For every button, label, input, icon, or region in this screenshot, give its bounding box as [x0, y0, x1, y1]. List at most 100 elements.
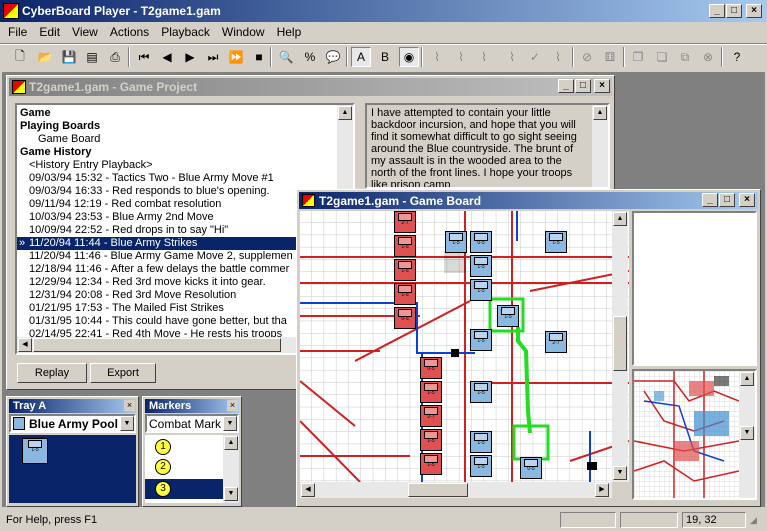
tray-unit-piece[interactable]: 1-5	[22, 438, 48, 464]
minimize-button[interactable]: _	[709, 4, 725, 18]
scroll-up-icon[interactable]: ▲	[338, 106, 352, 120]
blue-unit[interactable]: 1-5	[545, 231, 567, 253]
save-icon[interactable]: 💾	[59, 47, 79, 67]
next-move-icon[interactable]: ▶	[180, 47, 200, 67]
plot-icon-6[interactable]: ⌇	[548, 47, 568, 67]
plot-icon-3[interactable]: ⌇	[474, 47, 494, 67]
hide-icon[interactable]: ⊘	[577, 47, 597, 67]
menu-actions[interactable]: Actions	[104, 25, 155, 39]
blue-unit[interactable]: 1-5	[470, 329, 492, 351]
message-scroll-up-icon[interactable]: ▲	[593, 106, 607, 120]
text-a-icon[interactable]: A	[351, 47, 371, 67]
project-close-button[interactable]: ×	[594, 79, 610, 93]
blue-unit[interactable]: 1-5	[470, 255, 492, 277]
red-unit[interactable]: 0-5	[394, 307, 416, 329]
comment-icon[interactable]: 💬	[323, 47, 343, 67]
blue-unit[interactable]: 1-5	[445, 231, 467, 253]
board-vscroll[interactable]: ▲ ▼	[612, 211, 628, 482]
maximize-button[interactable]: □	[726, 4, 742, 18]
hscroll-thumb[interactable]	[33, 338, 281, 352]
board-scroll-down-icon[interactable]: ▼	[613, 466, 627, 480]
markers-vscroll[interactable]: ▲ ▼	[223, 435, 239, 503]
resize-grip-icon[interactable]: ◢	[750, 515, 757, 526]
tree-hscroll[interactable]: ◀ ▶	[17, 337, 337, 353]
new-icon[interactable]: 🗋	[10, 47, 30, 67]
blue-unit[interactable]: 1-5	[497, 305, 519, 327]
next-entry-icon[interactable]: ⏭	[203, 47, 223, 67]
print-icon[interactable]: ⎙	[105, 47, 125, 67]
markers-close-icon[interactable]: ×	[227, 400, 238, 411]
percent-icon[interactable]: %	[300, 47, 320, 67]
tree-item[interactable]: 09/03/94 16:33 - Red responds to blue's …	[20, 185, 340, 198]
blue-unit[interactable]: 1-5	[470, 455, 492, 477]
menu-edit[interactable]: Edit	[33, 25, 66, 39]
plot-icon-1[interactable]: ⌇	[427, 47, 447, 67]
board-hscroll[interactable]: ◀ ▶	[300, 482, 612, 498]
tree-item[interactable]: <History Entry Playback>	[20, 159, 340, 172]
to-front-icon[interactable]: ❐	[628, 47, 648, 67]
red-unit[interactable]: 1-5	[394, 283, 416, 305]
blue-unit[interactable]: 2-7	[545, 331, 567, 353]
open-icon[interactable]: 📂	[35, 47, 55, 67]
dice-icon[interactable]: ⚅	[600, 47, 620, 67]
board-hscroll-thumb[interactable]	[408, 483, 468, 497]
tree-item[interactable]: 01/21/95 17:53 - The Mailed Fist Strikes	[20, 302, 340, 315]
link-icon[interactable]: ⊗	[698, 47, 718, 67]
tree-item[interactable]: 12/18/94 11:46 - After a few delays the …	[20, 263, 340, 276]
stop-icon[interactable]: ■	[249, 47, 269, 67]
tree-item[interactable]: 09/11/94 12:19 - Red combat resolution	[20, 198, 340, 211]
red-unit[interactable]: 1-5	[394, 235, 416, 257]
menu-file[interactable]: File	[2, 25, 33, 39]
overview-scroll-up-icon[interactable]: ▲	[740, 372, 754, 386]
overview-scroll-down-icon[interactable]: ▼	[740, 426, 754, 440]
board-minimize-button[interactable]: _	[702, 193, 718, 207]
marker-1[interactable]: 1	[155, 439, 171, 455]
overview-vscroll[interactable]: ▲ ▼	[739, 371, 755, 498]
previous-move-icon[interactable]: ◀	[157, 47, 177, 67]
tree-item[interactable]: 09/03/94 15:32 - Tactics Two - Blue Army…	[20, 172, 340, 185]
text-b-icon[interactable]: B	[375, 47, 395, 67]
red-unit[interactable]: 1-5	[394, 259, 416, 281]
tree-item[interactable]: 12/29/94 12:34 - Red 3rd move kicks it i…	[20, 276, 340, 289]
tree-item[interactable]: Game History	[20, 146, 340, 159]
tree-item[interactable]: Game	[20, 107, 340, 120]
close-button[interactable]: ×	[746, 4, 762, 18]
red-unit[interactable]: 0-5	[420, 357, 442, 379]
replay-button[interactable]: Replay	[17, 363, 87, 383]
markers-scroll-up-icon[interactable]: ▲	[224, 436, 238, 450]
plot-icon-4[interactable]: ⌇	[502, 47, 522, 67]
tree-item[interactable]: 10/03/94 23:53 - Blue Army 2nd Move	[20, 211, 340, 224]
tree-item[interactable]: Game Board	[20, 133, 340, 146]
board-scroll-up-icon[interactable]: ▲	[613, 212, 627, 226]
markers-select[interactable]: Combat Mark ▼	[145, 414, 239, 433]
board-maximize-button[interactable]: □	[719, 193, 735, 207]
tray-dropdown-icon[interactable]: ▼	[120, 416, 134, 431]
red-unit[interactable]: 1-5	[420, 381, 442, 403]
blue-unit[interactable]: 1-5	[470, 381, 492, 403]
red-unit[interactable]: 1-5	[420, 429, 442, 451]
tray-list[interactable]: 1-5	[9, 435, 136, 503]
menu-help[interactable]: Help	[271, 25, 308, 39]
blue-unit[interactable]: 0-5	[470, 231, 492, 253]
tree-item[interactable]: 11/20/94 11:46 - Blue Army Game Move 2, …	[20, 250, 340, 263]
board-vscroll-thumb[interactable]	[613, 316, 627, 371]
tree-item[interactable]: 10/09/94 22:52 - Red drops in to say "Hi…	[20, 224, 340, 237]
marker-2[interactable]: 2	[155, 459, 171, 475]
tree-item[interactable]: 01/31/95 10:44 - This could have gone be…	[20, 315, 340, 328]
project-maximize-button[interactable]: □	[575, 79, 591, 93]
red-unit[interactable]: 2-7	[394, 211, 416, 233]
first-move-icon[interactable]: ⏮	[134, 47, 154, 67]
board-map[interactable]: 2-7 1-5 1-5 1-5 0-5 0-5 1-5 2-7 1-5 1-5 …	[300, 211, 629, 482]
board-overview-map[interactable]: ▲ ▼	[632, 369, 757, 500]
markers-dropdown-icon[interactable]: ▼	[223, 416, 237, 431]
tree-item[interactable]: 12/31/94 20:08 - Red 3rd Move Resolution	[20, 289, 340, 302]
menu-window[interactable]: Window	[216, 25, 271, 39]
context-help-icon[interactable]: ?	[727, 47, 747, 67]
board-scroll-right-icon[interactable]: ▶	[595, 483, 609, 497]
blue-unit[interactable]: 0-5	[520, 457, 542, 479]
plot-icon-5[interactable]: ✓	[525, 47, 545, 67]
board-close-button[interactable]: ×	[739, 193, 755, 207]
history-message-box[interactable]: I have attempted to contain your little …	[365, 103, 610, 189]
fast-forward-icon[interactable]: ⏩	[226, 47, 246, 67]
markers-list[interactable]: 1 2 3 ▲ ▼	[145, 435, 239, 503]
